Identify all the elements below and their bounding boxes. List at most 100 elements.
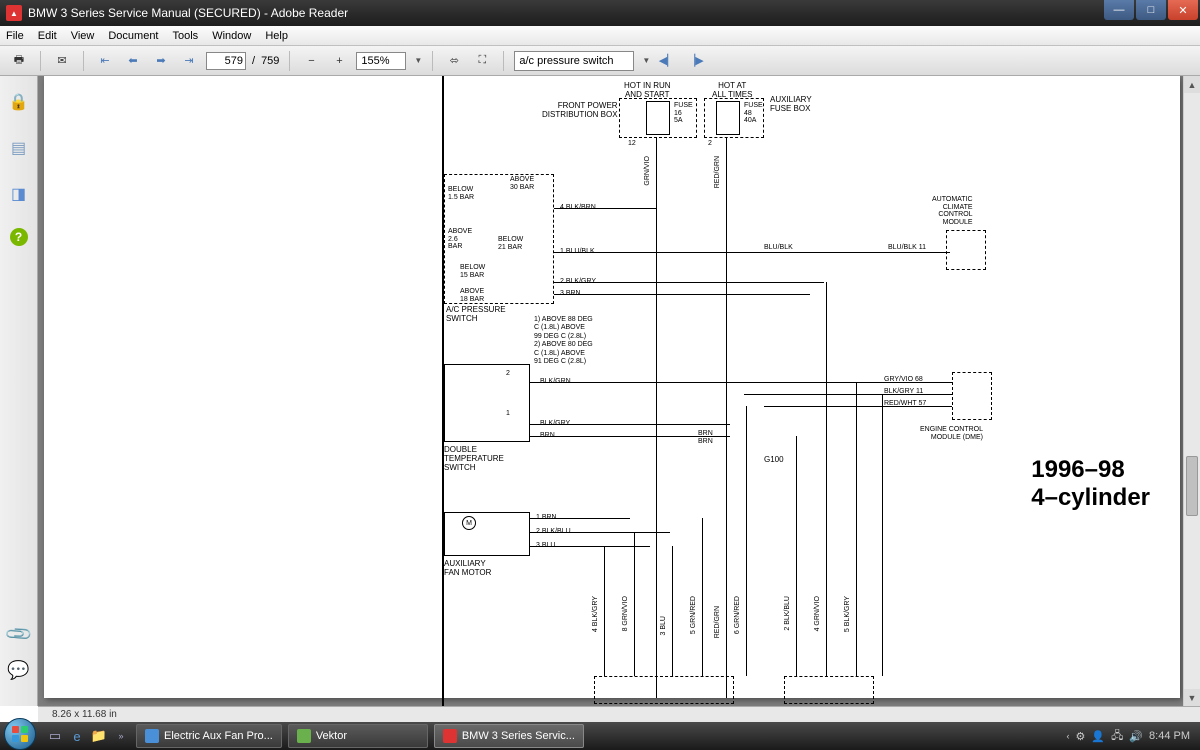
maximize-button[interactable]: □ <box>1136 0 1166 20</box>
page-dimensions: 8.26 x 11.68 in <box>52 709 117 720</box>
fan-motor-box <box>444 512 530 556</box>
label-red-grn-vert: RED/GRN <box>714 156 722 188</box>
climate-module-box <box>946 230 986 270</box>
scroll-down-button[interactable]: ▼ <box>1184 689 1200 706</box>
zoom-in-button[interactable]: + <box>328 50 350 72</box>
wire-ts-1 <box>530 382 886 383</box>
pages-panel-icon[interactable]: ▤ <box>7 136 31 160</box>
connector-2 <box>784 676 874 704</box>
scroll-up-button[interactable]: ▲ <box>1184 76 1200 93</box>
page-number-input[interactable] <box>206 52 246 70</box>
zoom-dropdown-icon[interactable]: ▼ <box>414 56 422 65</box>
label-blu-blk-11: BLU/BLK 11 <box>888 244 926 252</box>
label-climate-module: AUTOMATICCLIMATECONTROLMODULE <box>932 196 973 227</box>
tray-icon-1[interactable]: ⚙ <box>1075 730 1085 743</box>
show-desktop-icon[interactable]: ▭ <box>46 727 64 745</box>
label-vw2: 8 GRN/VIO <box>622 596 630 631</box>
layers-panel-icon[interactable]: ◨ <box>7 182 31 206</box>
wire-v3 <box>672 546 673 676</box>
taskbar-item-browser[interactable]: Electric Aux Fan Pro... <box>136 724 282 748</box>
toolbar: 🖶 ✉ ⇤ ⬅ ➡ ⇥ / 759 − + ▼ ⬄ ⛶ ▼ ◀▏ ▕▶ <box>0 46 1200 76</box>
search-dropdown-icon[interactable]: ▼ <box>642 56 650 65</box>
menu-help[interactable]: Help <box>265 30 288 42</box>
wire-h3 <box>554 282 824 283</box>
connector-1 <box>594 676 734 704</box>
wire-v7 <box>826 282 827 676</box>
minimize-button[interactable]: — <box>1104 0 1134 20</box>
email-button[interactable]: ✉ <box>51 50 73 72</box>
menu-view[interactable]: View <box>71 30 95 42</box>
find-next-button[interactable]: ▕▶ <box>684 50 706 72</box>
help-icon[interactable]: ? <box>10 228 28 246</box>
fuse-48 <box>716 101 740 135</box>
tray-volume-icon[interactable]: 🔊 <box>1129 730 1143 743</box>
last-page-button[interactable]: ⇥ <box>178 50 200 72</box>
label-above-30: ABOVE30 BAR <box>510 176 534 191</box>
wire-v6 <box>796 436 797 676</box>
scroll-thumb[interactable] <box>1186 456 1198 516</box>
wire-fm-1 <box>530 518 630 519</box>
vertical-scrollbar[interactable]: ▲ ▼ <box>1183 76 1200 706</box>
menubar: File Edit View Document Tools Window Hel… <box>0 26 1200 46</box>
menu-document[interactable]: Document <box>108 30 158 42</box>
quick-chevron-icon[interactable]: » <box>112 727 130 745</box>
zoom-input[interactable] <box>356 52 406 70</box>
wire-h1 <box>554 208 656 209</box>
wire-ecm-3 <box>764 406 952 407</box>
label-vw5: RED/GRN <box>714 606 722 638</box>
window-title: BMW 3 Series Service Manual (SECURED) - … <box>28 6 348 20</box>
wire-v4 <box>702 518 703 676</box>
taskbar-item-pdf[interactable]: BMW 3 Series Servic... <box>434 724 584 748</box>
label-vw9: 5 BLK/GRY <box>844 596 852 632</box>
window-controls: — □ ✕ <box>1102 0 1198 20</box>
label-above-18: ABOVE18 BAR <box>460 288 484 303</box>
find-prev-button[interactable]: ◀▏ <box>656 50 678 72</box>
label-g100: G100 <box>764 456 784 465</box>
task-label-2: Vektor <box>316 730 347 742</box>
menu-file[interactable]: File <box>6 30 24 42</box>
label-vw8: 4 GRN/VIO <box>814 596 822 631</box>
separator <box>289 51 290 71</box>
label-hot-run: HOT IN RUNAND START <box>624 82 671 100</box>
search-input[interactable] <box>514 51 634 71</box>
next-page-button[interactable]: ➡ <box>150 50 172 72</box>
comments-icon[interactable]: 💬 <box>7 658 31 682</box>
document-area: HOT IN RUNAND START HOT ATALL TIMES FRON… <box>38 76 1200 706</box>
label-above-26: ABOVE2.6BAR <box>448 228 472 251</box>
wire-ecm-1 <box>882 382 952 383</box>
wire-v9 <box>882 394 883 676</box>
separator <box>83 51 84 71</box>
wire-fm-2 <box>530 532 670 533</box>
ie-icon[interactable]: e <box>68 727 86 745</box>
close-button[interactable]: ✕ <box>1168 0 1198 20</box>
label-temp-switch: DOUBLETEMPERATURESWITCH <box>444 446 504 472</box>
tray-clock[interactable]: 8:44 PM <box>1149 730 1190 742</box>
security-icon[interactable]: 🔒 <box>7 90 31 114</box>
label-below-15b: BELOW15 BAR <box>460 264 485 279</box>
menu-window[interactable]: Window <box>212 30 251 42</box>
tray-icon-3[interactable]: 🖧 <box>1111 727 1123 746</box>
first-page-button[interactable]: ⇤ <box>94 50 116 72</box>
fit-page-button[interactable]: ⛶ <box>471 50 493 72</box>
menu-edit[interactable]: Edit <box>38 30 57 42</box>
ie-small-icon <box>145 729 159 743</box>
titlebar: ▲ BMW 3 Series Service Manual (SECURED) … <box>0 0 1200 26</box>
taskbar-item-vektor[interactable]: Vektor <box>288 724 428 748</box>
prev-page-button[interactable]: ⬅ <box>122 50 144 72</box>
explorer-icon[interactable]: 📁 <box>90 727 108 745</box>
label-vw1: 4 BLK/GRY <box>592 596 600 632</box>
zoom-out-button[interactable]: − <box>300 50 322 72</box>
menu-tools[interactable]: Tools <box>173 30 199 42</box>
attachments-icon[interactable]: 📎 <box>2 617 36 651</box>
tray-icon-2[interactable]: 👤 <box>1091 730 1105 743</box>
tray-chevron-icon[interactable]: ‹ <box>1066 731 1069 741</box>
vektor-icon <box>297 729 311 743</box>
fit-width-button[interactable]: ⬄ <box>443 50 465 72</box>
wire-v1 <box>604 546 605 676</box>
label-pin12: 12 <box>628 140 636 148</box>
separator <box>40 51 41 71</box>
label-pressure-switch: A/C PRESSURESWITCH <box>446 306 506 324</box>
start-button[interactable] <box>0 722 40 750</box>
print-button[interactable]: 🖶 <box>8 50 30 72</box>
wire-h2 <box>554 252 900 253</box>
